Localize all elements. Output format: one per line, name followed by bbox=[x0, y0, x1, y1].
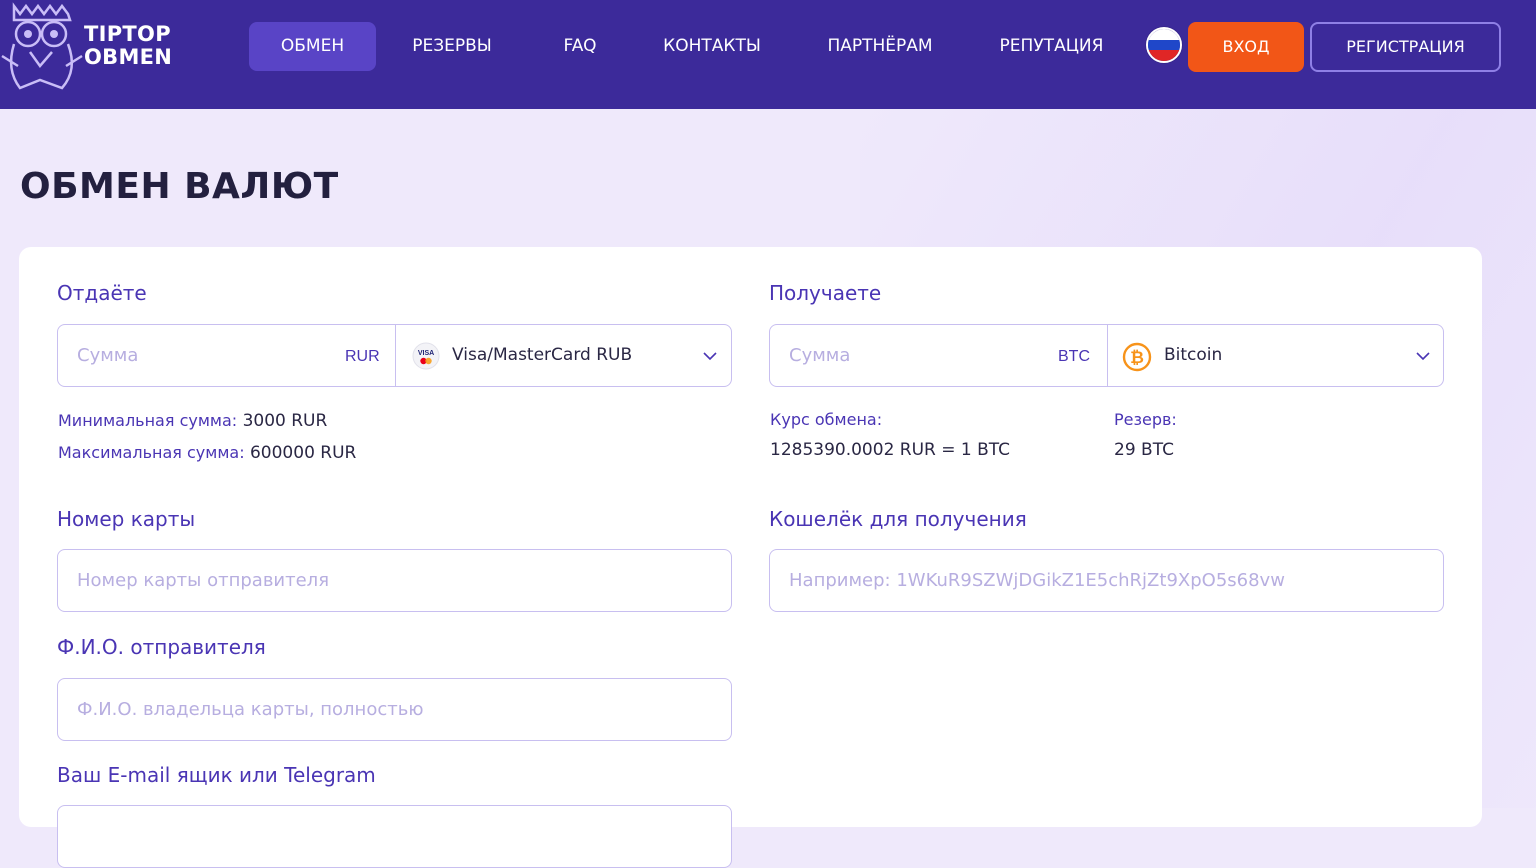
rate-value: 1285390.0002 RUR = 1 BTC bbox=[770, 440, 1011, 460]
wallet-field[interactable]: Например: 1WKuR9SZWjDGikZ1E5chRjZt9XpO5s… bbox=[769, 549, 1444, 612]
receive-amount-input[interactable]: Сумма bbox=[789, 325, 850, 386]
wallet-input[interactable]: Например: 1WKuR9SZWjDGikZ1E5chRjZt9XpO5s… bbox=[789, 550, 1285, 611]
svg-text:VISA: VISA bbox=[418, 350, 434, 357]
give-unit: RUR bbox=[345, 348, 380, 365]
site-header: TIPTOP OBMEN ОБМЕН РЕЗЕРВЫ FAQ КОНТАКТЫ … bbox=[0, 0, 1536, 109]
nav-faq[interactable]: FAQ bbox=[545, 22, 615, 71]
card-number-field[interactable]: Номер карты отправителя bbox=[57, 549, 732, 612]
russia-flag-icon[interactable] bbox=[1146, 27, 1182, 63]
brand-line-2: OBMEN bbox=[84, 45, 173, 69]
give-field: Сумма RUR VISA Visa/MasterCard RUB bbox=[57, 324, 732, 387]
register-button[interactable]: РЕГИСТРАЦИЯ bbox=[1310, 22, 1501, 72]
field-divider bbox=[395, 325, 396, 386]
give-currency-select[interactable]: Visa/MasterCard RUB bbox=[452, 325, 632, 386]
chevron-down-icon[interactable] bbox=[1416, 349, 1430, 363]
svg-text:₿: ₿ bbox=[1130, 348, 1144, 368]
max-amount-value: 600000 RUR bbox=[249, 443, 357, 463]
receive-unit: BTC bbox=[1058, 348, 1090, 365]
give-amount-input[interactable]: Сумма bbox=[77, 325, 138, 386]
field-divider bbox=[1107, 325, 1108, 386]
chevron-down-icon[interactable] bbox=[703, 349, 717, 363]
rate-label: Курс обмена: bbox=[770, 410, 883, 429]
give-limits: Минимальная сумма: 3000 RUR Максимальная… bbox=[58, 405, 356, 469]
contact-field[interactable] bbox=[57, 805, 732, 868]
receive-label: Получаете bbox=[769, 281, 882, 305]
card-number-label: Номер карты bbox=[57, 507, 196, 531]
nav-exchange[interactable]: ОБМЕН bbox=[249, 22, 376, 71]
min-amount-label: Минимальная сумма: bbox=[58, 411, 238, 430]
reserve-value: 29 BTC bbox=[1114, 440, 1174, 460]
receive-currency-select[interactable]: Bitcoin bbox=[1164, 325, 1222, 386]
nav-partners[interactable]: ПАРТНЁРАМ bbox=[814, 22, 946, 71]
wallet-label: Кошелёк для получения bbox=[769, 507, 1027, 531]
contact-label: Ваш E-mail ящик или Telegram bbox=[57, 763, 376, 787]
bitcoin-icon: ₿ bbox=[1122, 342, 1152, 372]
sender-name-field[interactable]: Ф.И.О. владельца карты, полностью bbox=[57, 678, 732, 741]
owl-logo-icon bbox=[1, 2, 83, 90]
brand-name: TIPTOP OBMEN bbox=[84, 23, 172, 69]
sender-name-input[interactable]: Ф.И.О. владельца карты, полностью bbox=[77, 679, 423, 740]
logo[interactable]: TIPTOP OBMEN bbox=[0, 0, 185, 95]
reserve: Резерв: 29 BTC bbox=[1114, 404, 1177, 466]
sender-name-label: Ф.И.О. отправителя bbox=[57, 635, 266, 659]
nav-reputation[interactable]: РЕПУТАЦИЯ bbox=[988, 22, 1115, 71]
exchange-rate: Курс обмена: 1285390.0002 RUR = 1 BTC bbox=[770, 404, 1010, 466]
visa-mastercard-icon: VISA bbox=[412, 342, 440, 370]
min-amount-value: 3000 RUR bbox=[242, 411, 328, 431]
page-title: ОБМЕН ВАЛЮТ bbox=[20, 166, 339, 207]
nav-contacts[interactable]: КОНТАКТЫ bbox=[651, 22, 773, 71]
max-amount-label: Максимальная сумма: bbox=[58, 443, 245, 462]
card-number-input[interactable]: Номер карты отправителя bbox=[77, 550, 329, 611]
nav-reserves[interactable]: РЕЗЕРВЫ bbox=[394, 22, 510, 71]
login-button[interactable]: ВХОД bbox=[1188, 22, 1304, 72]
give-label: Отдаёте bbox=[57, 281, 147, 305]
reserve-label: Резерв: bbox=[1114, 410, 1177, 429]
receive-field: Сумма BTC ₿ Bitcoin bbox=[769, 324, 1444, 387]
brand-line-1: TIPTOP bbox=[84, 22, 171, 46]
